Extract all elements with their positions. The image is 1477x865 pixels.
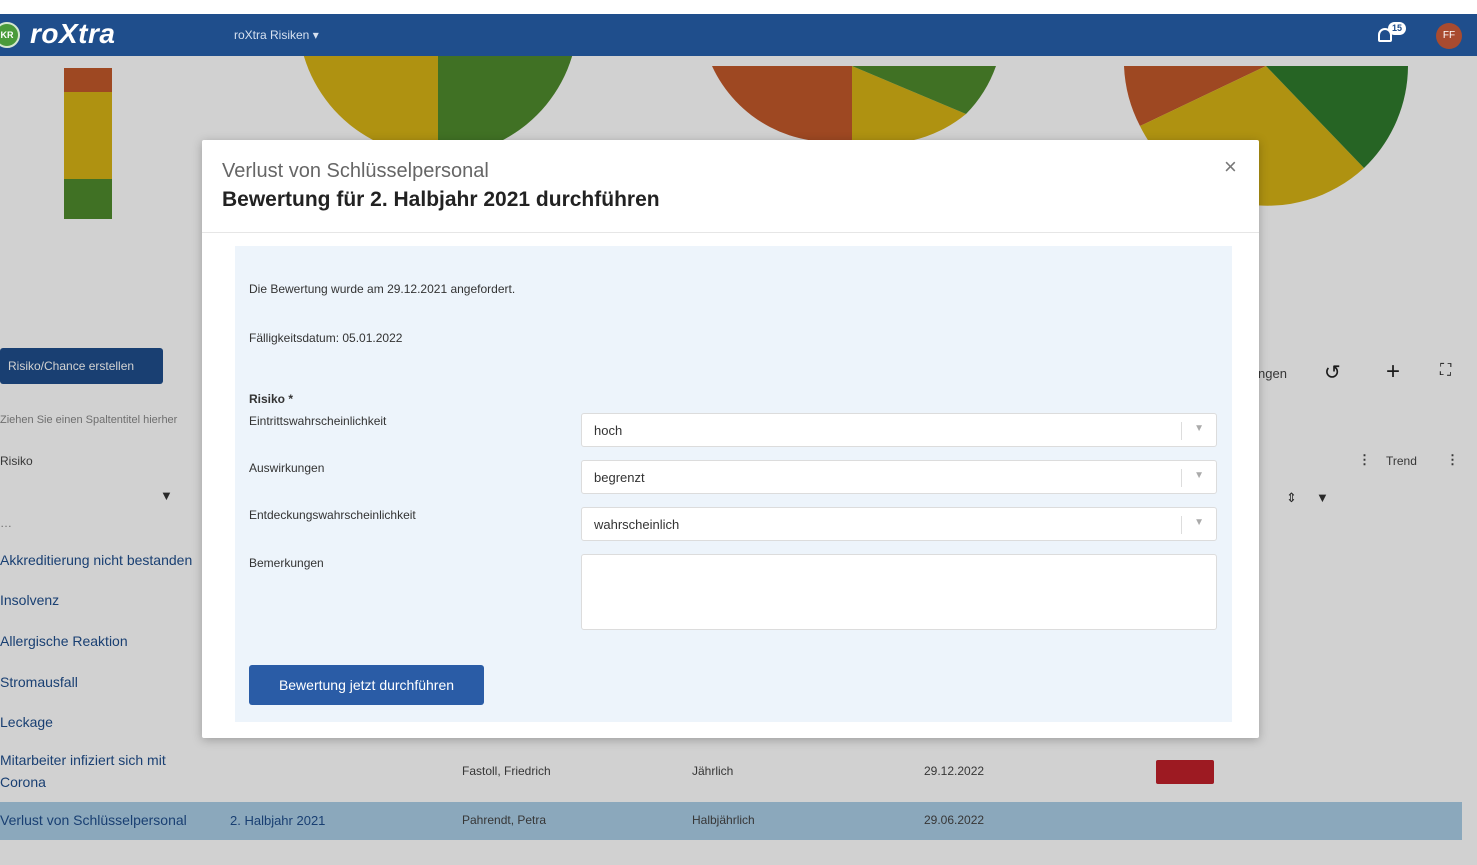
user-avatar[interactable]: FF	[1436, 23, 1462, 49]
field-label: Eintrittswahrscheinlichkeit	[249, 414, 387, 428]
probability-select[interactable]: hoch ▼	[581, 413, 1217, 447]
select-separator	[1181, 469, 1182, 487]
chevron-down-icon: ▼	[1194, 423, 1204, 434]
top-navigation-bar: KR roXtra roXtra Risiken ▾ 15 FF	[0, 14, 1477, 56]
evaluation-form: Die Bewertung wurde am 29.12.2021 angefo…	[235, 246, 1232, 722]
requested-info: Die Bewertung wurde am 29.12.2021 angefo…	[249, 282, 516, 296]
chevron-down-icon: ▼	[1194, 470, 1204, 481]
submit-evaluation-button[interactable]: Bewertung jetzt durchführen	[249, 665, 484, 705]
select-value: hoch	[594, 423, 623, 438]
field-label: Auswirkungen	[249, 461, 325, 475]
select-value: wahrscheinlich	[594, 517, 680, 532]
select-value: begrenzt	[594, 470, 645, 485]
select-separator	[1181, 422, 1182, 440]
app-logo[interactable]: roXtra	[30, 18, 115, 50]
close-icon[interactable]: ×	[1224, 154, 1237, 180]
logo-badge: KR	[0, 22, 20, 48]
dialog-divider	[202, 232, 1259, 233]
detection-select[interactable]: wahrscheinlich ▼	[581, 507, 1217, 541]
remarks-label: Bemerkungen	[249, 556, 324, 570]
due-date: Fälligkeitsdatum: 05.01.2022	[249, 331, 403, 345]
evaluation-dialog: Verlust von Schlüsselpersonal Bewertung …	[202, 140, 1259, 738]
impact-select[interactable]: begrenzt ▼	[581, 460, 1217, 494]
dialog-subtitle: Verlust von Schlüsselpersonal	[222, 160, 489, 182]
section-risk: Risiko *	[249, 392, 294, 406]
module-switcher[interactable]: roXtra Risiken ▾	[234, 28, 319, 42]
field-label: Entdeckungswahrscheinlichkeit	[249, 508, 416, 522]
chevron-down-icon: ▼	[1194, 517, 1204, 528]
remarks-textarea[interactable]	[581, 554, 1217, 630]
notification-count: 15	[1388, 22, 1407, 35]
notifications-button[interactable]: 15	[1376, 22, 1407, 48]
select-separator	[1181, 516, 1182, 534]
dialog-title: Bewertung für 2. Halbjahr 2021 durchführ…	[222, 188, 660, 211]
